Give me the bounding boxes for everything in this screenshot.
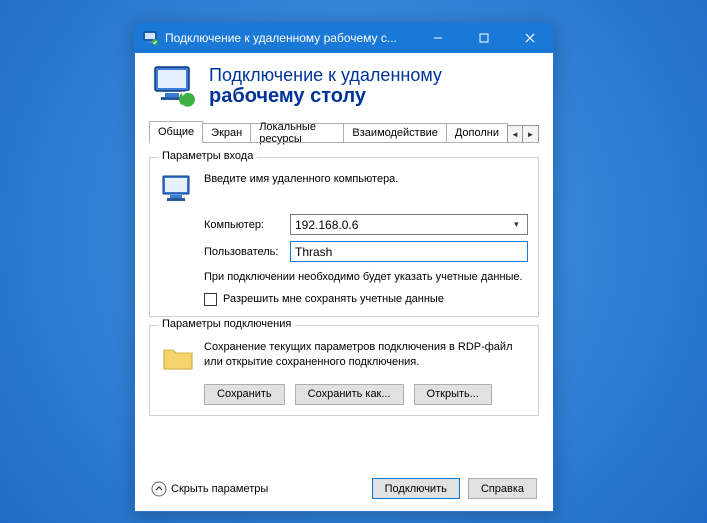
- tab-scroll: ◄ ►: [507, 125, 539, 143]
- connection-text: Сохранение текущих параметров подключени…: [204, 340, 528, 370]
- tab-local-resources[interactable]: Локальные ресурсы: [250, 123, 344, 143]
- maximize-button[interactable]: [461, 23, 507, 53]
- titlebar[interactable]: Подключение к удаленному рабочему с...: [135, 23, 553, 53]
- rdp-logo-icon: [151, 63, 197, 109]
- rdp-window: Подключение к удаленному рабочему с... П…: [134, 22, 554, 512]
- open-button[interactable]: Открыть...: [414, 384, 492, 405]
- save-credentials-label: Разрешить мне сохранять учетные данные: [223, 293, 444, 305]
- username-input[interactable]: [290, 241, 528, 262]
- header-text: Подключение к удаленному рабочему столу: [209, 65, 442, 108]
- computer-label: Компьютер:: [204, 219, 284, 231]
- header-line1: Подключение к удаленному: [209, 65, 442, 86]
- tab-experience[interactable]: Взаимодействие: [343, 123, 446, 143]
- user-label: Пользователь:: [204, 246, 284, 258]
- close-button[interactable]: [507, 23, 553, 53]
- window-title: Подключение к удаленному рабочему с...: [165, 31, 415, 45]
- login-instruction: Введите имя удаленного компьютера.: [204, 172, 398, 187]
- tab-general[interactable]: Общие: [149, 121, 203, 143]
- save-credentials-checkbox[interactable]: [204, 293, 217, 306]
- tab-scroll-right[interactable]: ►: [523, 125, 539, 143]
- tab-display[interactable]: Экран: [202, 123, 251, 143]
- footer: Скрыть параметры Подключить Справка: [135, 478, 553, 499]
- login-group: Параметры входа Введите имя удаленного к…: [149, 157, 539, 317]
- computer-input[interactable]: [295, 218, 510, 232]
- save-as-button[interactable]: Сохранить как...: [295, 384, 404, 405]
- connection-group: Параметры подключения Сохранение текущих…: [149, 325, 539, 416]
- tab-advanced[interactable]: Дополни: [446, 123, 508, 143]
- app-icon: [143, 30, 159, 46]
- computer-icon: [160, 172, 196, 208]
- chevron-down-icon[interactable]: ▾: [510, 219, 523, 230]
- chevron-up-circle-icon: [151, 481, 167, 497]
- folder-icon: [160, 340, 196, 376]
- computer-combobox[interactable]: ▾: [290, 214, 528, 235]
- save-button[interactable]: Сохранить: [204, 384, 285, 405]
- tabstrip: Общие Экран Локальные ресурсы Взаимодейс…: [149, 121, 539, 143]
- login-group-title: Параметры входа: [158, 150, 257, 162]
- hide-options-link[interactable]: Скрыть параметры: [151, 481, 268, 497]
- save-credentials-row: Разрешить мне сохранять учетные данные: [204, 293, 528, 306]
- minimize-button[interactable]: [415, 23, 461, 53]
- help-button[interactable]: Справка: [468, 478, 537, 499]
- tab-scroll-left[interactable]: ◄: [507, 125, 523, 143]
- connection-group-title: Параметры подключения: [158, 318, 295, 330]
- connect-button[interactable]: Подключить: [372, 478, 460, 499]
- credentials-note: При подключении необходимо будет указать…: [204, 270, 528, 285]
- header: Подключение к удаленному рабочему столу: [135, 53, 553, 121]
- general-panel: Параметры входа Введите имя удаленного к…: [135, 143, 553, 426]
- header-line2: рабочему столу: [209, 85, 442, 107]
